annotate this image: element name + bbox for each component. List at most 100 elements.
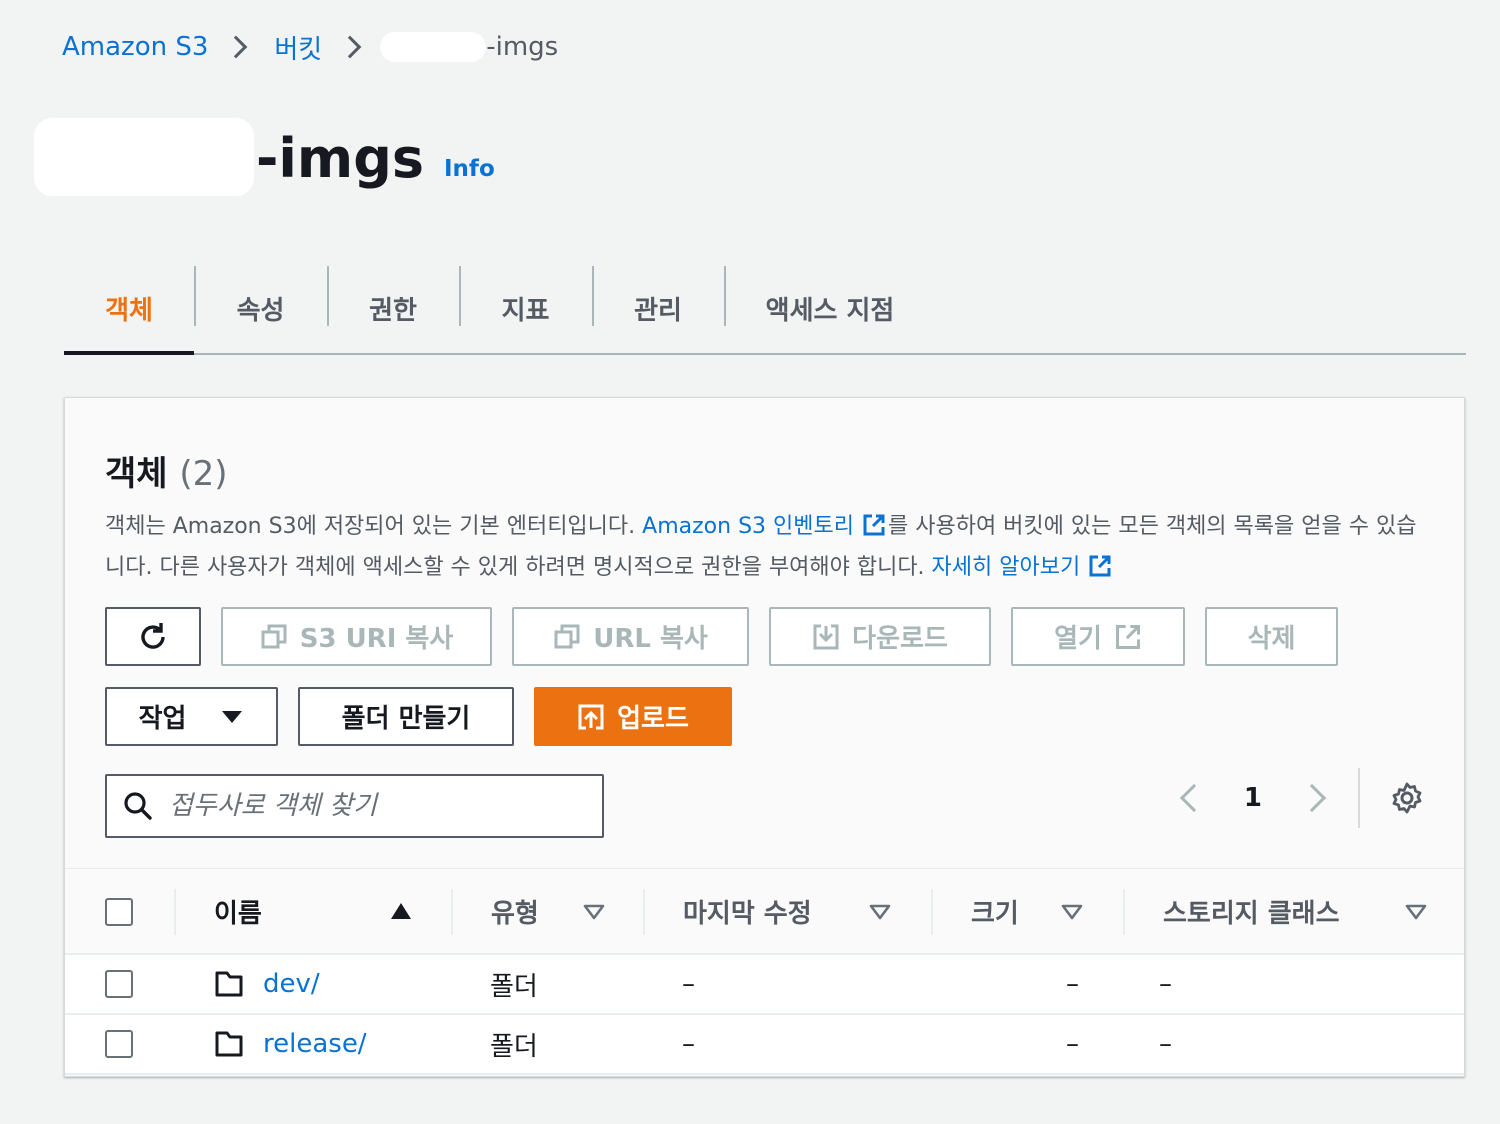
page-header: -imgs Info: [34, 118, 495, 196]
objects-panel: 객체 (2) 객체는 Amazon S3에 저장되어 있는 기본 엔터티입니다.…: [64, 397, 1465, 1077]
column-header-name[interactable]: 이름: [174, 869, 451, 954]
current-page[interactable]: 1: [1244, 783, 1262, 813]
learn-more-label: 자세히 알아보기: [931, 555, 1081, 580]
sort-ascending-icon: [391, 903, 411, 919]
copy-s3-uri-label: S3 URI 복사: [299, 624, 454, 654]
tab-bar: 객체 속성 권한 지표 관리 액세스 지점: [64, 264, 1466, 355]
external-link-icon: [1115, 624, 1140, 649]
column-header-storage-class[interactable]: 스토리지 클래스: [1123, 869, 1464, 954]
refresh-button[interactable]: [105, 607, 201, 666]
chevron-right-icon[interactable]: [1297, 783, 1327, 813]
object-count: (2): [179, 454, 228, 494]
search-icon: [124, 792, 152, 820]
create-folder-button[interactable]: 폴더 만들기: [298, 687, 514, 746]
create-folder-label: 폴더 만들기: [341, 704, 471, 734]
description-text-1: 객체는 Amazon S3에 저장되어 있는 기본 엔터티입니다.: [105, 514, 643, 539]
cell-last-modified: –: [682, 969, 695, 999]
delete-button[interactable]: 삭제: [1205, 607, 1338, 666]
cell-type: 폴더: [490, 971, 538, 1002]
info-link[interactable]: Info: [444, 156, 495, 182]
caret-down-icon: [222, 710, 243, 723]
upload-button[interactable]: 업로드: [534, 687, 732, 746]
refresh-icon: [141, 622, 165, 649]
chevron-right-icon: [338, 35, 362, 59]
cell-name: release/: [215, 1015, 367, 1073]
redacted-text: [380, 32, 487, 62]
upload-icon: [578, 704, 604, 729]
panel-title-label: 객체: [105, 454, 168, 494]
upload-label: 업로드: [617, 704, 689, 734]
open-button[interactable]: 열기: [1011, 607, 1185, 666]
breadcrumb-current-bucket: -imgs: [380, 32, 559, 62]
copy-icon: [554, 624, 580, 648]
redacted-bucket-name: [34, 118, 254, 196]
learn-more-link[interactable]: 자세히 알아보기: [932, 555, 1115, 580]
download-button[interactable]: 다운로드: [769, 607, 991, 666]
open-label: 열기: [1054, 624, 1102, 654]
table-row[interactable]: release/ 폴더 – – –: [65, 1015, 1464, 1075]
panel-description: 객체는 Amazon S3에 저장되어 있는 기본 엔터티입니다. Amazon…: [105, 506, 1425, 588]
column-type-label: 유형: [491, 899, 539, 929]
cell-storage-class: –: [1159, 969, 1172, 999]
column-header-last-modified[interactable]: 마지막 수정: [643, 869, 931, 954]
tab-objects[interactable]: 객체: [64, 264, 194, 355]
column-storage-class-label: 스토리지 클래스: [1163, 899, 1340, 929]
column-last-modified-label: 마지막 수정: [683, 899, 812, 929]
external-link-icon: [863, 514, 885, 536]
chevron-left-icon[interactable]: [1179, 783, 1209, 813]
sort-icon: [1405, 904, 1427, 920]
gear-icon[interactable]: [1390, 781, 1424, 815]
copy-url-button[interactable]: URL 복사: [512, 607, 749, 666]
cell-size: –: [1066, 1029, 1079, 1059]
sort-icon: [1061, 904, 1083, 920]
external-link-icon: [1089, 555, 1111, 577]
table-row[interactable]: dev/ 폴더 – – –: [65, 955, 1464, 1015]
tab-metrics[interactable]: 지표: [459, 264, 592, 353]
delete-label: 삭제: [1247, 624, 1296, 654]
tab-permissions[interactable]: 권한: [327, 264, 459, 353]
tab-properties[interactable]: 속성: [194, 264, 327, 353]
inventory-link-label: Amazon S3 인벤토리: [642, 514, 854, 539]
row-checkbox[interactable]: [105, 970, 133, 998]
cell-type: 폴더: [490, 1031, 538, 1062]
download-icon: [813, 624, 839, 649]
select-all-checkbox[interactable]: [105, 898, 133, 926]
row-checkbox[interactable]: [105, 1030, 133, 1058]
actions-dropdown[interactable]: 작업: [105, 687, 278, 746]
pager-divider: [1358, 768, 1360, 828]
tab-access-points[interactable]: 액세스 지점: [724, 264, 936, 353]
inventory-link[interactable]: Amazon S3 인벤토리: [642, 514, 888, 539]
panel-title: 객체 (2): [105, 446, 228, 495]
copy-url-label: URL 복사: [593, 624, 708, 654]
objects-table: 이름 유형 마지막 수정 크기 스토리지 클래스 dev/ 폴더 – – – r…: [65, 868, 1464, 1075]
breadcrumb-amazon-s3[interactable]: Amazon S3: [62, 32, 208, 62]
page-title: -imgs: [256, 127, 424, 190]
table-header: 이름 유형 마지막 수정 크기 스토리지 클래스: [65, 868, 1464, 955]
search-box: [105, 774, 604, 838]
sort-icon: [583, 904, 605, 920]
object-link[interactable]: release/: [263, 1029, 367, 1059]
cell-name: dev/: [215, 955, 320, 1013]
cell-size: –: [1066, 969, 1079, 999]
object-link[interactable]: dev/: [263, 969, 320, 999]
cell-storage-class: –: [1159, 1029, 1172, 1059]
pagination: 1: [1179, 768, 1424, 828]
copy-s3-uri-button[interactable]: S3 URI 복사: [221, 607, 492, 666]
folder-icon: [215, 971, 243, 997]
cell-last-modified: –: [682, 1029, 695, 1059]
column-header-type[interactable]: 유형: [451, 869, 643, 954]
folder-icon: [215, 1031, 243, 1057]
sort-icon: [869, 904, 891, 920]
search-input[interactable]: [169, 791, 569, 821]
column-size-label: 크기: [971, 899, 1019, 929]
tab-management[interactable]: 관리: [592, 264, 724, 353]
column-name-label: 이름: [214, 899, 262, 929]
download-label: 다운로드: [852, 624, 948, 654]
copy-icon: [261, 624, 287, 648]
breadcrumb: Amazon S3 버킷 -imgs: [62, 28, 558, 66]
chevron-right-icon: [225, 35, 248, 59]
breadcrumb-buckets[interactable]: 버킷: [274, 29, 322, 66]
breadcrumb-current-label: -imgs: [486, 32, 559, 62]
actions-label: 작업: [138, 704, 187, 734]
column-header-size[interactable]: 크기: [931, 869, 1123, 954]
